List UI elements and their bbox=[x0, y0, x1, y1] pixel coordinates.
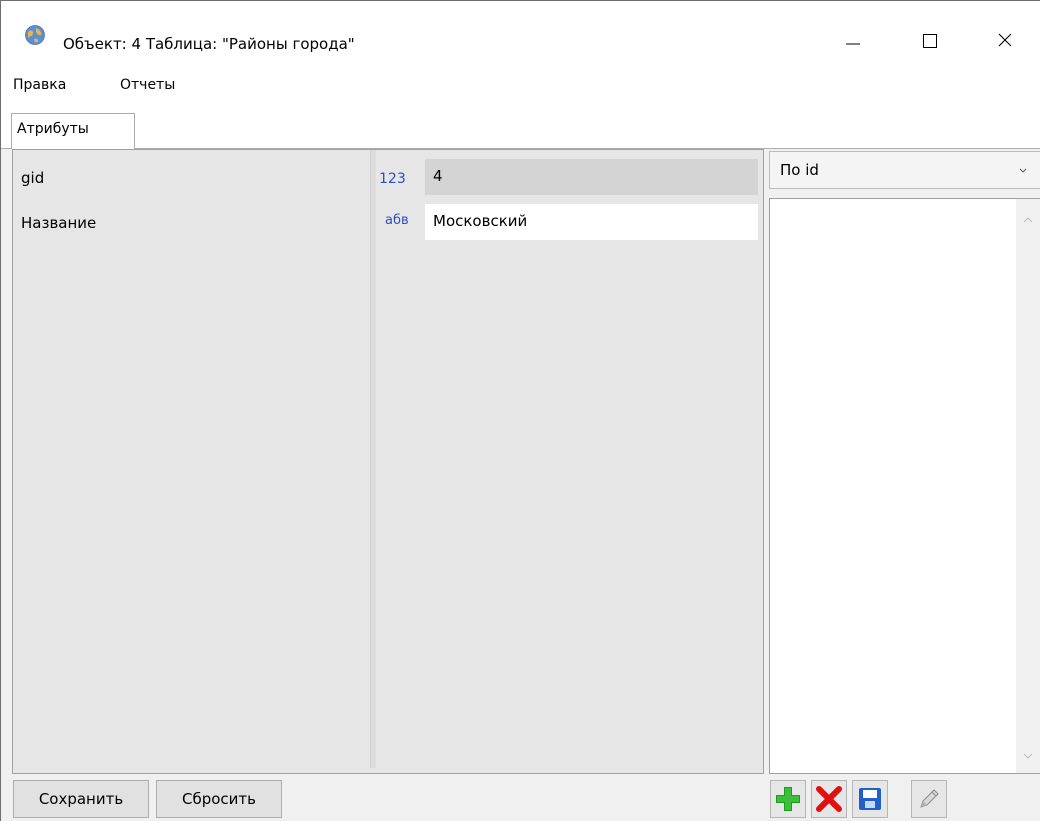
close-icon bbox=[998, 33, 1012, 47]
maximize-icon bbox=[923, 34, 937, 48]
save-record-button[interactable] bbox=[852, 780, 888, 818]
sort-dropdown[interactable]: По id bbox=[769, 151, 1040, 189]
tab-strip bbox=[1, 100, 1040, 149]
minimize-button[interactable] bbox=[818, 13, 888, 67]
minimize-icon bbox=[846, 43, 860, 45]
delete-record-button[interactable] bbox=[811, 780, 847, 818]
menu-edit[interactable]: Правка bbox=[12, 76, 67, 94]
column-splitter[interactable] bbox=[370, 150, 376, 768]
reset-button[interactable]: Сбросить bbox=[156, 780, 282, 818]
tab-attributes-label: Атрибуты bbox=[17, 121, 89, 137]
vertical-scrollbar[interactable] bbox=[1016, 199, 1040, 773]
title-bar: Объект: 4 Таблица: "Районы города" bbox=[1, 1, 1040, 67]
menu-bar: Правка Отчеты bbox=[1, 67, 1040, 100]
menu-reports[interactable]: Отчеты bbox=[119, 76, 176, 94]
attribute-name-title: Название bbox=[21, 214, 97, 232]
scroll-up-icon[interactable] bbox=[1022, 213, 1034, 229]
scroll-down-icon[interactable] bbox=[1022, 749, 1034, 765]
save-icon bbox=[859, 788, 881, 810]
attributes-panel: gid 123 4 Название абв Московский bbox=[12, 149, 764, 774]
edit-record-button[interactable] bbox=[911, 780, 947, 818]
delete-icon bbox=[816, 786, 842, 812]
edit-icon bbox=[920, 789, 939, 808]
sort-selected-value: По id bbox=[780, 161, 819, 179]
save-button[interactable]: Сохранить bbox=[13, 780, 149, 818]
objects-list[interactable] bbox=[769, 198, 1040, 774]
maximize-button[interactable] bbox=[895, 13, 965, 67]
type-badge-number: 123 bbox=[379, 171, 406, 187]
chevron-down-icon bbox=[1018, 164, 1028, 180]
attribute-name-gid: gid bbox=[21, 169, 45, 187]
type-badge-text: абв bbox=[385, 213, 409, 228]
gid-value-field: 4 bbox=[425, 159, 758, 195]
globe-icon bbox=[25, 25, 45, 45]
close-button[interactable] bbox=[970, 13, 1040, 67]
add-record-button[interactable] bbox=[770, 780, 806, 818]
object-window: Объект: 4 Таблица: "Районы города" Правк… bbox=[0, 0, 1040, 821]
tab-attributes[interactable]: Атрибуты bbox=[11, 113, 135, 149]
name-value-field[interactable]: Московский bbox=[425, 204, 758, 240]
window-title: Объект: 4 Таблица: "Районы города" bbox=[63, 35, 355, 53]
add-icon bbox=[776, 787, 800, 811]
